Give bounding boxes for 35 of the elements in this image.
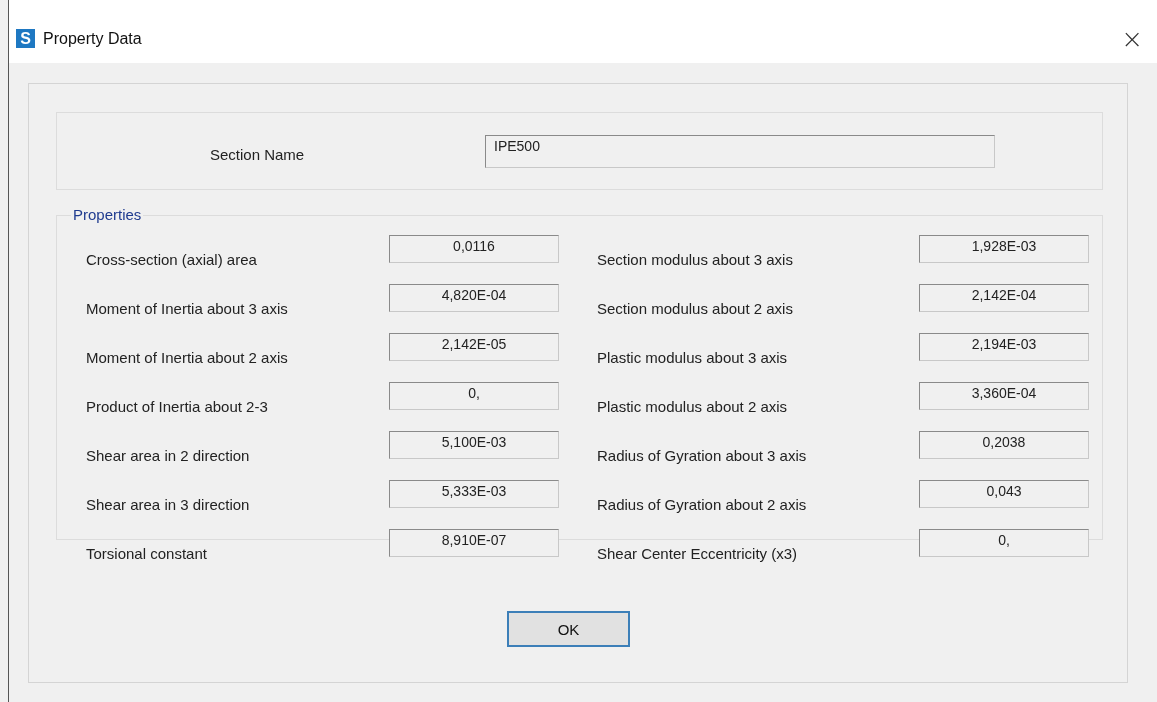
section-name-field[interactable]: IPE500 xyxy=(485,134,995,168)
value-field[interactable]: 5,100E-03 xyxy=(389,431,559,459)
property-label: Section modulus about 2 axis xyxy=(597,299,794,319)
group-title: Properties xyxy=(71,206,144,223)
value-field[interactable]: 2,194E-03 xyxy=(919,333,1089,361)
property-label: Torsional constant xyxy=(86,544,208,564)
app-icon: S xyxy=(16,29,35,48)
property-label: Plastic modulus about 3 axis xyxy=(597,348,789,368)
ok-button[interactable]: OK xyxy=(507,611,630,647)
property-label: Product of Inertia about 2-3 xyxy=(86,397,269,417)
property-label: Radius of Gyration about 2 axis xyxy=(597,495,808,515)
property-label: Section modulus about 3 axis xyxy=(597,250,794,270)
property-label: Plastic modulus about 2 axis xyxy=(597,397,789,417)
property-label: Cross-section (axial) area xyxy=(86,250,258,270)
property-label: Shear Center Eccentricity (x3) xyxy=(597,544,799,564)
section-name-label: Section Name xyxy=(210,144,306,163)
close-button[interactable]: × xyxy=(1115,24,1149,53)
value-field[interactable]: 1,928E-03 xyxy=(919,235,1089,263)
value-field[interactable]: 0, xyxy=(389,382,559,410)
value-field[interactable]: 0, xyxy=(919,529,1089,557)
value-field[interactable]: 0,0116 xyxy=(389,235,559,263)
property-label: Shear area in 2 direction xyxy=(86,446,251,466)
value-field[interactable]: 5,333E-03 xyxy=(389,480,559,508)
value-field[interactable]: 8,910E-07 xyxy=(389,529,559,557)
value-field[interactable]: 2,142E-04 xyxy=(919,284,1089,312)
value-field[interactable]: 4,820E-04 xyxy=(389,284,559,312)
value-field[interactable]: 2,142E-05 xyxy=(389,333,559,361)
property-label: Moment of Inertia about 2 axis xyxy=(86,348,289,368)
window-title: Property Data xyxy=(43,29,142,48)
property-label: Radius of Gyration about 3 axis xyxy=(597,446,808,466)
value-field[interactable]: 0,043 xyxy=(919,480,1089,508)
property-label: Moment of Inertia about 3 axis xyxy=(86,299,289,319)
value-field[interactable]: 0,2038 xyxy=(919,431,1089,459)
property-label: Shear area in 3 direction xyxy=(86,495,251,515)
value-field[interactable]: 3,360E-04 xyxy=(919,382,1089,410)
